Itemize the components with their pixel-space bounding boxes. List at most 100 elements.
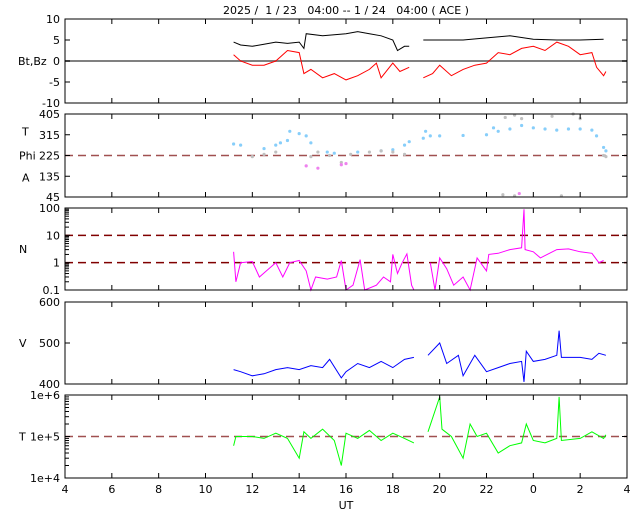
data-point [379, 149, 383, 153]
data-point [421, 136, 425, 140]
panel-t-4: 1e+6 1e+5 1e+4 T [18, 389, 628, 485]
data-point [461, 133, 465, 138]
x-tick-label: 2 [577, 483, 584, 496]
y-tick-label: 315 [39, 129, 60, 142]
x-tick-label: 0 [530, 483, 537, 496]
data-point [407, 140, 411, 144]
data-point [332, 151, 336, 155]
data-point [590, 128, 594, 132]
panel-v-3: 600500400V [19, 296, 628, 391]
x-tick-label: 14 [292, 483, 306, 496]
x-tick-label: 20 [433, 483, 447, 496]
data-point [239, 143, 243, 147]
data-point [428, 134, 432, 138]
y-tick-label: -5 [49, 76, 60, 89]
data-point [402, 152, 407, 156]
y-tick-label: 1e+4 [30, 472, 60, 485]
x-tick-label: 4 [62, 483, 69, 496]
y-tick-label: 0 [53, 55, 60, 68]
y-axis-label: T [21, 126, 29, 139]
data-point [578, 127, 582, 131]
y-tick-label: 10 [46, 229, 60, 242]
series-line-t [233, 428, 415, 466]
data-point [555, 128, 559, 132]
y-axis-label: N [19, 243, 27, 256]
data-point [262, 152, 266, 156]
y-axis-label: Phi [19, 150, 36, 163]
data-point [316, 150, 320, 154]
series-line-v [427, 330, 607, 382]
data-point [566, 127, 571, 131]
series-line-bz [423, 41, 607, 79]
y-tick-label: 1e+6 [30, 389, 60, 402]
x-tick-label: 10 [199, 483, 213, 496]
ace-solar-wind-plot: 1050-5-10Bt,Bz40531522513545TPhiA1001010… [18, 13, 631, 512]
series-line-v [233, 356, 415, 379]
data-point [325, 150, 329, 154]
data-point [356, 150, 360, 154]
data-point [484, 133, 489, 137]
data-point [520, 123, 524, 128]
data-point [297, 131, 301, 136]
series-line-bt [233, 31, 410, 52]
data-point [344, 161, 348, 166]
x-tick-label: 4 [624, 483, 631, 496]
y-tick-label: 10 [46, 13, 60, 26]
series-line-bt [423, 35, 604, 41]
data-point [604, 149, 608, 153]
data-point [278, 141, 283, 145]
data-point [309, 155, 313, 159]
y-tick-label: 100 [39, 202, 60, 215]
data-point [309, 141, 313, 145]
y-tick-label: 1 [53, 257, 60, 270]
y-tick-label: 5 [53, 34, 60, 47]
series-line-bz [233, 49, 410, 81]
data-point [601, 145, 606, 150]
y-tick-label: 225 [39, 150, 60, 163]
x-tick-label: 22 [480, 483, 494, 496]
y-tick-label: 600 [39, 296, 60, 309]
data-point [285, 138, 290, 143]
data-point [262, 146, 266, 151]
data-point [543, 127, 547, 131]
data-point [520, 117, 524, 121]
series-line-t [427, 396, 607, 460]
x-tick-label: 12 [245, 483, 259, 496]
data-point [274, 143, 278, 147]
data-point [288, 129, 292, 133]
data-point [501, 193, 505, 197]
x-tick-label: 6 [108, 483, 115, 496]
x-axis-label: UT [339, 499, 354, 512]
panel-frame [64, 207, 628, 291]
x-tick-label: 16 [339, 483, 353, 496]
x-tick-label: 8 [155, 483, 162, 496]
x-tick-label: 18 [386, 483, 400, 496]
y-axis-label: Bt,Bz [18, 55, 47, 68]
series-line-n [233, 251, 415, 292]
data-point [531, 126, 535, 130]
data-point [402, 143, 407, 147]
data-point [508, 127, 512, 131]
data-point [367, 150, 372, 154]
data-point [232, 142, 236, 146]
data-point [328, 153, 332, 158]
data-point [496, 129, 500, 133]
data-point [517, 191, 521, 196]
panel-t-1: 40531522513545TPhiA [19, 108, 628, 204]
data-point [274, 150, 278, 154]
data-point [503, 115, 507, 120]
data-point [250, 155, 254, 159]
y-axis-label: A [22, 172, 30, 185]
data-point [349, 152, 353, 156]
y-tick-label: 405 [39, 108, 60, 121]
series-line-n [429, 209, 604, 292]
panel-btbz-0: 1050-5-10Bt,Bz [18, 13, 628, 110]
y-axis-label: V [19, 337, 27, 350]
data-point [339, 163, 343, 167]
data-point [424, 129, 428, 133]
data-point [316, 166, 320, 170]
data-point [594, 134, 599, 138]
y-tick-label: 500 [39, 337, 60, 350]
y-tick-label: 1e+5 [30, 431, 60, 444]
data-point [491, 126, 496, 130]
